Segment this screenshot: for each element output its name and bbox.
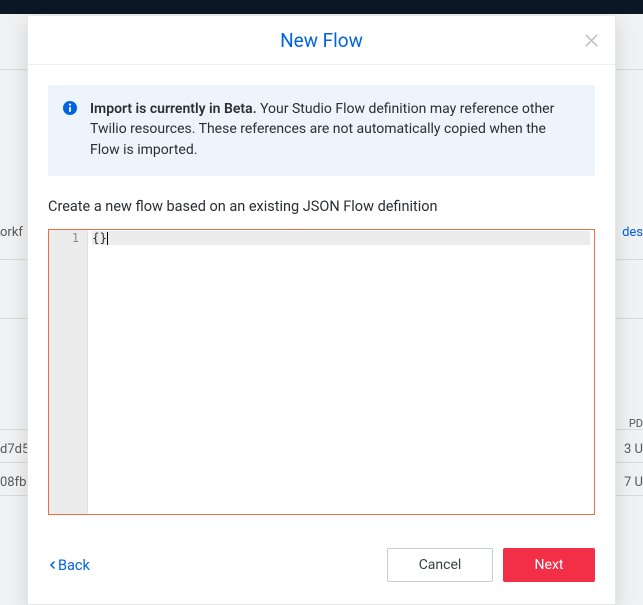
- cancel-label: Cancel: [419, 557, 462, 573]
- info-icon: [62, 100, 78, 116]
- modal-footer: Back Cancel Next: [28, 530, 615, 604]
- new-flow-modal: New Flow Import is currently in Beta. Yo…: [27, 15, 616, 605]
- description-text: Create a new flow based on an existing J…: [48, 198, 595, 215]
- close-icon: [584, 33, 599, 48]
- next-button[interactable]: Next: [503, 548, 595, 582]
- editor-code-area[interactable]: {}: [88, 230, 594, 514]
- json-editor[interactable]: 1 {}: [48, 229, 595, 515]
- modal-title: New Flow: [280, 29, 363, 52]
- chevron-left-icon: [48, 560, 58, 570]
- cancel-button[interactable]: Cancel: [387, 548, 493, 582]
- close-button[interactable]: [579, 28, 603, 52]
- info-text: Import is currently in Beta. Your Studio…: [90, 101, 554, 158]
- info-bold: Import is currently in Beta.: [90, 101, 257, 117]
- editor-gutter: 1: [49, 230, 88, 514]
- modal-body: Import is currently in Beta. Your Studio…: [28, 65, 615, 530]
- code-text: {}: [92, 230, 107, 245]
- back-label: Back: [58, 557, 90, 574]
- next-label: Next: [535, 557, 564, 573]
- line-number: 1: [49, 231, 87, 245]
- info-banner: Import is currently in Beta. Your Studio…: [48, 85, 595, 176]
- code-line: {}: [92, 231, 590, 245]
- back-button[interactable]: Back: [48, 557, 90, 574]
- modal-header: New Flow: [28, 16, 615, 65]
- text-cursor: [107, 232, 108, 245]
